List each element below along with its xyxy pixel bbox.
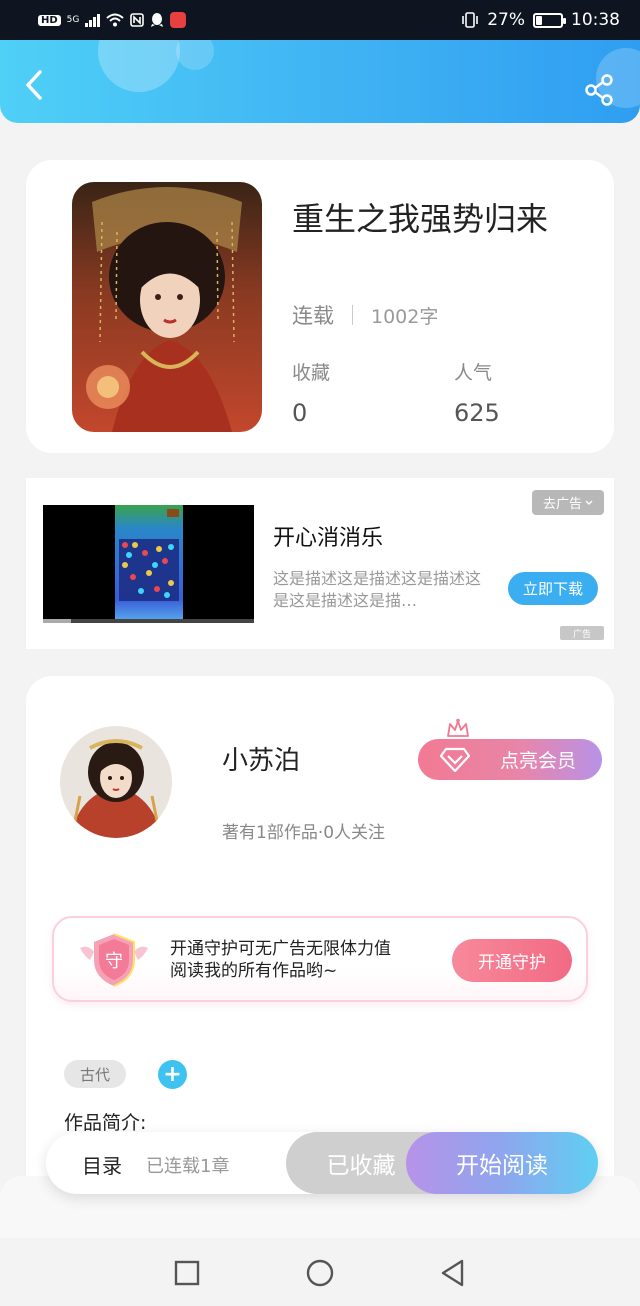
open-guard-button[interactable]: 开通守护 <box>452 939 572 982</box>
back-button[interactable] <box>18 68 52 102</box>
ad-video[interactable] <box>43 505 254 623</box>
video-progress <box>43 619 254 623</box>
action-bar: 目录 已连载1章 已收藏 开始阅读 <box>46 1132 598 1194</box>
vibrate-icon <box>462 12 479 28</box>
back-icon[interactable] <box>438 1258 468 1288</box>
favorites-count: 0 <box>292 399 308 427</box>
clock: 10:38 <box>571 10 620 30</box>
avatar-illustration <box>60 726 172 838</box>
recent-apps-icon[interactable] <box>172 1258 202 1288</box>
system-nav-bar <box>0 1238 640 1306</box>
guard-description: 开通守护可无广告无限体力值 阅读我的所有作品哟~ <box>170 938 391 982</box>
guard-banner[interactable]: 守 开通守护可无广告无限体力值 阅读我的所有作品哟~ 开通守护 <box>52 916 588 1002</box>
home-icon[interactable] <box>305 1258 335 1288</box>
top-header <box>0 40 640 123</box>
book-title: 重生之我强势归来 <box>292 200 549 238</box>
status-bar: HD 5G 27% 10:38 <box>0 0 640 40</box>
chevron-down-icon <box>585 500 593 505</box>
intro-label: 作品简介: <box>64 1112 147 1134</box>
avatar[interactable] <box>60 726 172 838</box>
toc-button[interactable]: 目录 <box>82 1150 122 1179</box>
vip-button[interactable]: 点亮会员 <box>418 739 602 780</box>
cover-illustration <box>72 182 262 432</box>
author-name: 小苏泊 <box>222 746 301 776</box>
guard-text-line1: 开通守护可无广告无限体力值 <box>170 939 391 959</box>
decor-bubble <box>176 40 214 70</box>
nfc-icon <box>130 13 145 27</box>
diamond-icon <box>440 747 470 773</box>
hd-badge: HD <box>38 14 61 26</box>
ad-mark-label: 广告 <box>572 629 591 640</box>
share-icon <box>585 74 613 106</box>
battery-icon <box>533 12 566 28</box>
word-count: 1002字 <box>371 305 439 328</box>
ad-mark: 广告 <box>560 626 604 640</box>
ad-description: 这是描述这是描述这是描述这是这是描述这是描… <box>273 569 482 610</box>
share-button[interactable] <box>580 70 620 110</box>
remove-ad-label: 去广告 <box>542 497 582 512</box>
download-button[interactable]: 立即下载 <box>508 572 598 605</box>
popularity-label: 人气 <box>454 362 493 384</box>
ad-game-preview <box>115 505 183 623</box>
serial-status: 连载 <box>292 304 334 328</box>
favorites-stat: 收藏 0 <box>292 358 330 427</box>
guard-badge-text: 守 <box>105 951 123 972</box>
book-status-row: 连载 1002字 <box>292 300 438 330</box>
guard-text-line2: 阅读我的所有作品哟~ <box>170 961 338 981</box>
huawei-app-icon <box>170 12 187 28</box>
favorites-label: 收藏 <box>292 362 331 384</box>
signal-icon <box>85 13 101 27</box>
ad-title: 开心消消乐 <box>273 526 384 551</box>
add-tag-button[interactable]: + <box>158 1060 187 1089</box>
author-meta: 著有1部作品·0人关注 <box>222 823 386 843</box>
crown-icon <box>447 718 469 737</box>
book-cover[interactable] <box>72 182 262 432</box>
book-info-card: 重生之我强势归来 连载 1002字 收藏 0 人气 625 <box>26 160 614 453</box>
serial-info: 已连载1章 <box>146 1156 230 1177</box>
popularity-stat: 人气 625 <box>454 358 500 427</box>
genre-tag[interactable]: 古代 <box>64 1060 126 1088</box>
network-type: 5G <box>66 15 80 25</box>
decor-bubble <box>98 40 180 92</box>
guard-shield-icon: 守 <box>80 933 148 987</box>
remove-ad-button[interactable]: 去广告 <box>532 490 604 515</box>
wifi-icon <box>106 13 125 27</box>
battery-percent: 27% <box>487 10 525 30</box>
qq-icon <box>151 13 164 27</box>
popularity-count: 625 <box>454 399 500 427</box>
ad-banner[interactable]: 去广告 开心消消乐 这是描述这是描述这是描述这是这是描述这是描… 立即下载 广告 <box>26 478 614 649</box>
vip-label: 点亮会员 <box>499 750 576 772</box>
start-reading-button[interactable]: 开始阅读 <box>406 1132 598 1194</box>
game-tiles-image <box>119 509 179 601</box>
chevron-left-icon <box>26 70 42 100</box>
divider <box>352 305 353 325</box>
